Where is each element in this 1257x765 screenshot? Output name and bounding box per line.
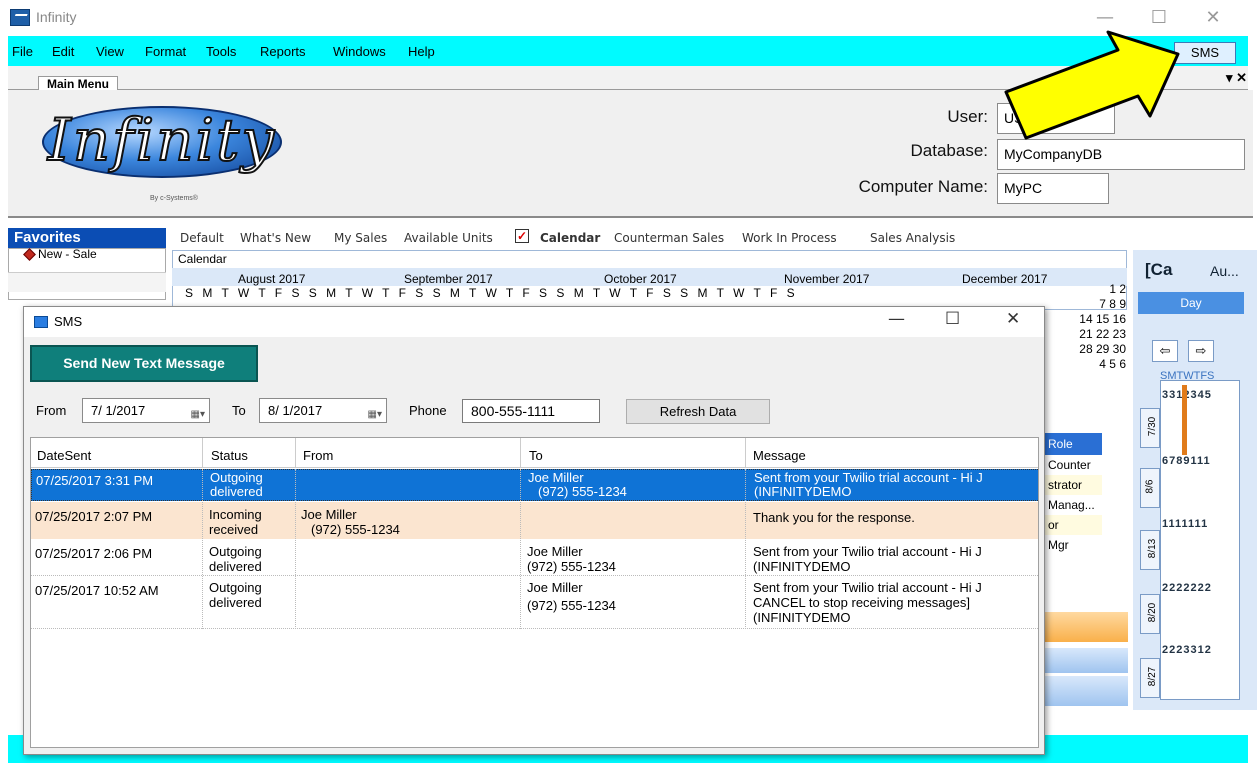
menu-edit[interactable]: Edit	[52, 44, 74, 59]
menu-windows[interactable]: Windows	[333, 44, 386, 59]
calendar-day-numbers: 1 2 7 8 9 14 15 16 21 22 23 28 29 30 4 5…	[1079, 282, 1126, 371]
column-header-to[interactable]: To	[529, 448, 543, 463]
database-label: Database:	[910, 141, 989, 160]
tab-controls[interactable]: ▾ ✕	[1226, 70, 1247, 86]
column-header-status[interactable]: Status	[211, 448, 248, 463]
tab-calendar[interactable]: Calendar	[540, 231, 600, 245]
menu-format[interactable]: Format	[145, 44, 186, 59]
calendar-month: October 2017	[604, 272, 677, 286]
maximize-button[interactable]: ☐	[1136, 4, 1182, 32]
favorite-new-sale[interactable]: New - Sale	[38, 247, 97, 261]
week-label: 8/6	[1140, 468, 1160, 508]
tab-sales-analysis[interactable]: Sales Analysis	[870, 231, 955, 245]
computer-name-label: Computer Name:	[858, 177, 988, 196]
tab-whats-new[interactable]: What's New	[240, 231, 311, 245]
from-label: From	[36, 403, 67, 418]
menu-file[interactable]: File	[12, 44, 33, 59]
nav-bar	[1044, 648, 1128, 673]
from-date-picker[interactable]: 7/ 1/2017 ▦▾	[82, 398, 210, 423]
nav-bar	[1044, 676, 1128, 706]
sms-minimize-button[interactable]: —	[888, 309, 905, 329]
logo-text: Infinity	[47, 105, 277, 175]
sms-window-icon	[34, 316, 48, 328]
calendar-month: August 2017	[238, 272, 306, 286]
sms-button[interactable]: SMS	[1174, 42, 1236, 64]
tab-available-units[interactable]: Available Units	[404, 231, 493, 245]
week-numbers: 6789111	[1162, 455, 1211, 467]
menu-view[interactable]: View	[96, 44, 124, 59]
week-numbers: 2222222	[1162, 582, 1212, 594]
role-column-header: Role	[1044, 433, 1102, 455]
menu-reports[interactable]: Reports	[260, 44, 306, 59]
menu-help[interactable]: Help	[408, 44, 435, 59]
phone-label: Phone	[409, 403, 447, 418]
week-numbers: 1111111	[1162, 518, 1209, 530]
calendar-month: December 2017	[962, 272, 1048, 286]
sms-window-title: SMS	[54, 314, 83, 329]
week-label: 8/20	[1140, 594, 1160, 634]
calendar-checkbox[interactable]: ✓	[515, 229, 529, 243]
week-label: 8/27	[1140, 658, 1160, 698]
app-title: Infinity	[36, 9, 77, 25]
calendar-label: Calendar	[178, 252, 227, 266]
table-row[interactable]: 07/25/2017 2:06 PM Outgoing delivered Jo…	[31, 540, 1038, 576]
week-label: 8/13	[1140, 530, 1160, 570]
sms-close-button[interactable]: ✕	[1006, 309, 1020, 329]
menu-tools[interactable]: Tools	[206, 44, 236, 59]
prev-arrow-icon[interactable]: ⇦	[1152, 340, 1178, 362]
week-numbers: 2223312	[1162, 644, 1212, 656]
favorites-scrollbar[interactable]	[8, 272, 166, 292]
calendar-dropdown-icon: ▦▾	[190, 409, 205, 420]
day-view-button[interactable]: Day	[1138, 292, 1244, 314]
grid-header: DateSent Status From To Message	[31, 438, 1038, 468]
user-label: User:	[947, 107, 988, 126]
calendar-month-strip: August 2017 September 2017 October 2017 …	[172, 268, 1127, 286]
dashboard-tabs: Default What's New My Sales Available Un…	[176, 229, 1256, 249]
calendar-month: September 2017	[404, 272, 493, 286]
calendar-dropdown-icon: ▦▾	[367, 409, 382, 420]
table-row[interactable]: 07/25/2017 10:52 AM Outgoing delivered J…	[31, 577, 1038, 629]
tab-work-in-process[interactable]: Work In Process	[742, 231, 837, 245]
phone-input[interactable]: 800-555-1111	[462, 399, 600, 423]
calendar-dow-row: S M T W T F S S M T W T F S S M T W T F …	[185, 286, 798, 300]
side-calendar-title: [Ca	[1145, 260, 1173, 279]
callout-arrow-icon	[1004, 30, 1180, 140]
next-arrow-icon[interactable]: ⇨	[1188, 340, 1214, 362]
column-header-message[interactable]: Message	[753, 448, 806, 463]
role-list: Counter strator Manag... or Mgr	[1044, 455, 1102, 575]
side-calendar-subtitle: Au...	[1210, 263, 1239, 279]
current-day-marker	[1182, 385, 1187, 455]
messages-grid: DateSent Status From To Message 07/25/20…	[30, 437, 1039, 748]
logo-subtitle: By c-Systems®	[150, 195, 198, 202]
refresh-data-button[interactable]: Refresh Data	[626, 399, 770, 424]
sms-maximize-button[interactable]: ☐	[945, 309, 960, 329]
send-new-text-message-button[interactable]: Send New Text Message	[30, 345, 258, 382]
table-row[interactable]: 07/25/2017 3:31 PM Outgoing delivered Jo…	[31, 469, 1038, 501]
tab-default[interactable]: Default	[180, 231, 224, 245]
to-date-picker[interactable]: 8/ 1/2017 ▦▾	[259, 398, 387, 423]
table-row[interactable]: 07/25/2017 2:07 PM Incoming received Joe…	[31, 502, 1038, 539]
column-header-datesent[interactable]: DateSent	[37, 448, 91, 463]
nav-bar-highlight	[1044, 612, 1128, 642]
tab-my-sales[interactable]: My Sales	[334, 231, 387, 245]
minimize-button[interactable]: —	[1082, 4, 1128, 32]
database-field: MyCompanyDB	[997, 139, 1245, 170]
to-label: To	[232, 403, 246, 418]
app-logo-icon	[10, 9, 30, 26]
close-button[interactable]: ✕	[1190, 4, 1236, 32]
week-label: 7/30	[1140, 408, 1160, 448]
tab-counterman-sales[interactable]: Counterman Sales	[614, 231, 724, 245]
calendar-month: November 2017	[784, 272, 870, 286]
computer-name-field: MyPC	[997, 173, 1109, 204]
column-header-from[interactable]: From	[303, 448, 333, 463]
favorites-header: Favorites	[8, 228, 166, 248]
